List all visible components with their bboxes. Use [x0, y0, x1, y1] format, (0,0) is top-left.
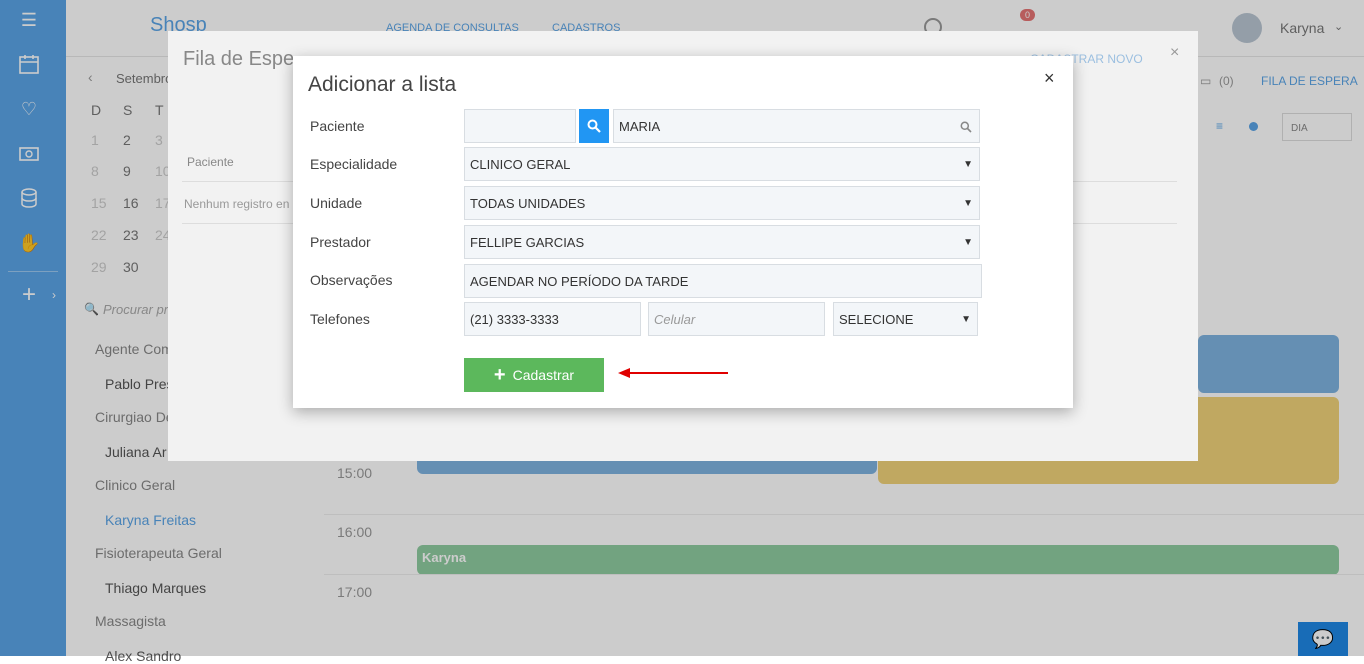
patient-search-button[interactable]	[579, 109, 609, 143]
submit-button[interactable]: + Cadastrar	[464, 358, 604, 392]
cell-placeholder: Celular	[654, 311, 696, 327]
search-icon	[587, 119, 601, 133]
submit-label: Cadastrar	[512, 367, 575, 383]
caret-down-icon: ▼	[961, 313, 971, 325]
search-icon	[960, 121, 972, 133]
caret-down-icon: ▼	[963, 158, 973, 170]
caret-down-icon: ▼	[963, 236, 973, 248]
modal-title: Adicionar a lista	[308, 73, 457, 96]
notes-input[interactable]: AGENDAR NO PERÍODO DA TARDE	[464, 264, 982, 298]
plus-icon: +	[493, 364, 506, 386]
phone-value: (21) 3333-3333	[470, 311, 559, 327]
label-phones: Telefones	[310, 311, 370, 327]
unit-select[interactable]: TODAS UNIDADES ▼	[464, 186, 980, 220]
label-unit: Unidade	[310, 195, 363, 211]
cell-input[interactable]: Celular	[648, 302, 825, 336]
phone-type-value: SELECIONE	[839, 311, 914, 327]
label-provider: Prestador	[310, 234, 371, 250]
arrow-pointer-icon	[618, 368, 728, 378]
add-to-list-modal: Adicionar a lista × Paciente MARIA Espec…	[293, 56, 1073, 408]
phone-input[interactable]: (21) 3333-3333	[464, 302, 641, 336]
caret-down-icon: ▼	[963, 197, 973, 209]
label-notes: Observações	[310, 272, 393, 288]
notes-value: AGENDAR NO PERÍODO DA TARDE	[470, 273, 689, 289]
phone-type-select[interactable]: SELECIONE ▼	[833, 302, 978, 336]
specialty-value: CLINICO GERAL	[470, 156, 571, 172]
specialty-select[interactable]: CLINICO GERAL ▼	[464, 147, 980, 181]
patient-name-value: MARIA	[619, 118, 661, 134]
patient-name-input[interactable]: MARIA	[613, 109, 980, 143]
unit-value: TODAS UNIDADES	[470, 195, 586, 211]
label-patient: Paciente	[310, 118, 365, 134]
provider-value: FELLIPE GARCIAS	[470, 234, 585, 250]
provider-select[interactable]: FELLIPE GARCIAS ▼	[464, 225, 980, 259]
close-icon[interactable]: ×	[1044, 68, 1055, 89]
patient-code-input[interactable]	[464, 109, 576, 143]
label-specialty: Especialidade	[310, 156, 398, 172]
